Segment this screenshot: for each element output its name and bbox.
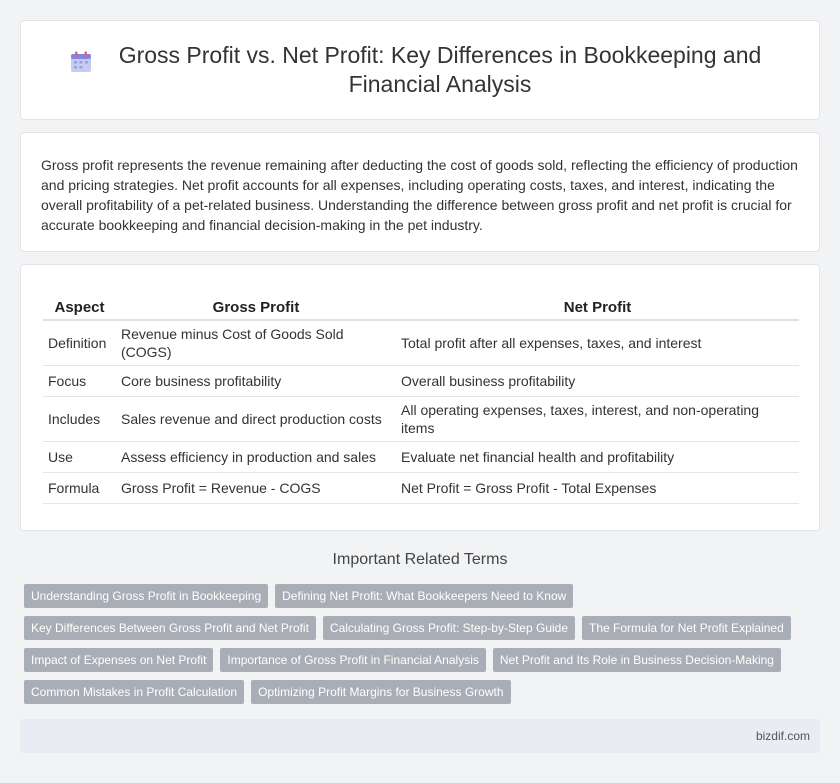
header-gross-profit: Gross Profit — [116, 293, 396, 321]
footer-site-link[interactable]: bizdif.com — [756, 729, 810, 743]
header-net-profit: Net Profit — [396, 293, 799, 321]
table-header-row: Aspect Gross Profit Net Profit — [43, 293, 799, 321]
gross-cell: Assess efficiency in production and sale… — [116, 441, 396, 473]
aspect-cell: Formula — [43, 472, 116, 504]
aspect-cell: Use — [43, 441, 116, 473]
related-term-link[interactable]: Importance of Gross Profit in Financial … — [220, 648, 486, 672]
related-term-link[interactable]: Common Mistakes in Profit Calculation — [24, 680, 245, 704]
tag-row: Understanding Gross Profit in Bookkeepin… — [24, 584, 814, 608]
related-terms-list: Understanding Gross Profit in Bookkeepin… — [24, 584, 814, 712]
related-term-link[interactable]: Impact of Expenses on Net Profit — [24, 648, 214, 672]
net-cell: Net Profit = Gross Profit - Total Expens… — [396, 472, 799, 504]
aspect-cell: Focus — [43, 365, 116, 397]
net-cell: Evaluate net financial health and profit… — [396, 441, 799, 473]
tag-row: Impact of Expenses on Net Profit Importa… — [24, 648, 814, 672]
aspect-cell: Definition — [43, 320, 116, 366]
tag-row: Common Mistakes in Profit Calculation Op… — [24, 680, 814, 704]
net-cell: All operating expenses, taxes, interest,… — [396, 396, 799, 442]
related-term-link[interactable]: Net Profit and Its Role in Business Deci… — [492, 648, 781, 672]
gross-cell: Core business profitability — [116, 365, 396, 397]
related-term-link[interactable]: Defining Net Profit: What Bookkeepers Ne… — [275, 584, 574, 608]
related-term-link[interactable]: Understanding Gross Profit in Bookkeepin… — [24, 584, 269, 608]
page-title: Gross Profit vs. Net Profit: Key Differe… — [118, 42, 762, 97]
gross-cell: Gross Profit = Revenue - COGS — [116, 472, 396, 504]
related-term-link[interactable]: Calculating Gross Profit: Step-by-Step G… — [322, 616, 576, 640]
comparison-card: Aspect Gross Profit Net Profit Definitio… — [20, 264, 820, 531]
gross-cell: Revenue minus Cost of Goods Sold (COGS) — [116, 320, 396, 366]
comparison-table: Aspect Gross Profit Net Profit Definitio… — [43, 293, 799, 504]
aspect-cell: Includes — [43, 396, 116, 442]
net-cell: Overall business profitability — [396, 365, 799, 397]
footer: bizdif.com — [20, 719, 820, 753]
header-aspect: Aspect — [43, 293, 116, 321]
net-cell: Total profit after all expenses, taxes, … — [396, 320, 799, 366]
tag-row: Key Differences Between Gross Profit and… — [24, 616, 814, 640]
intro-card: Gross profit represents the revenue rema… — [20, 132, 820, 252]
table-row: Includes Sales revenue and direct produc… — [43, 396, 799, 442]
table-row: Formula Gross Profit = Revenue - COGS Ne… — [43, 472, 799, 504]
related-term-link[interactable]: Optimizing Profit Margins for Business G… — [251, 680, 511, 704]
related-terms-title: Important Related Terms — [332, 551, 508, 568]
related-term-link[interactable]: Key Differences Between Gross Profit and… — [24, 616, 316, 640]
gross-cell: Sales revenue and direct production cost… — [116, 396, 396, 442]
header-card: Gross Profit vs. Net Profit: Key Differe… — [20, 20, 820, 120]
intro-text: Gross profit represents the revenue rema… — [41, 157, 798, 233]
related-term-link[interactable]: The Formula for Net Profit Explained — [582, 616, 791, 640]
table-row: Focus Core business profitability Overal… — [43, 365, 799, 397]
table-row: Definition Revenue minus Cost of Goods S… — [43, 320, 799, 366]
table-row: Use Assess efficiency in production and … — [43, 441, 799, 473]
